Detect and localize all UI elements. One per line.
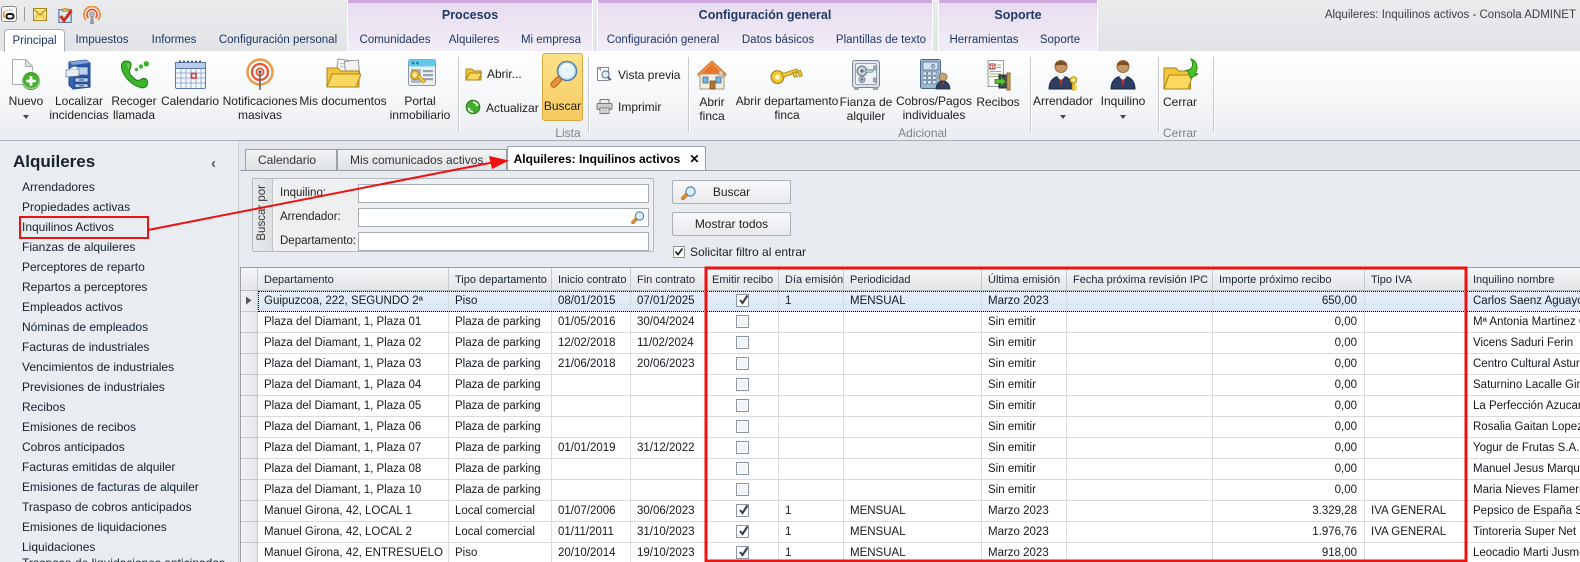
svg-text:0: 0 [931, 64, 935, 71]
svg-text:T: T [991, 65, 995, 71]
